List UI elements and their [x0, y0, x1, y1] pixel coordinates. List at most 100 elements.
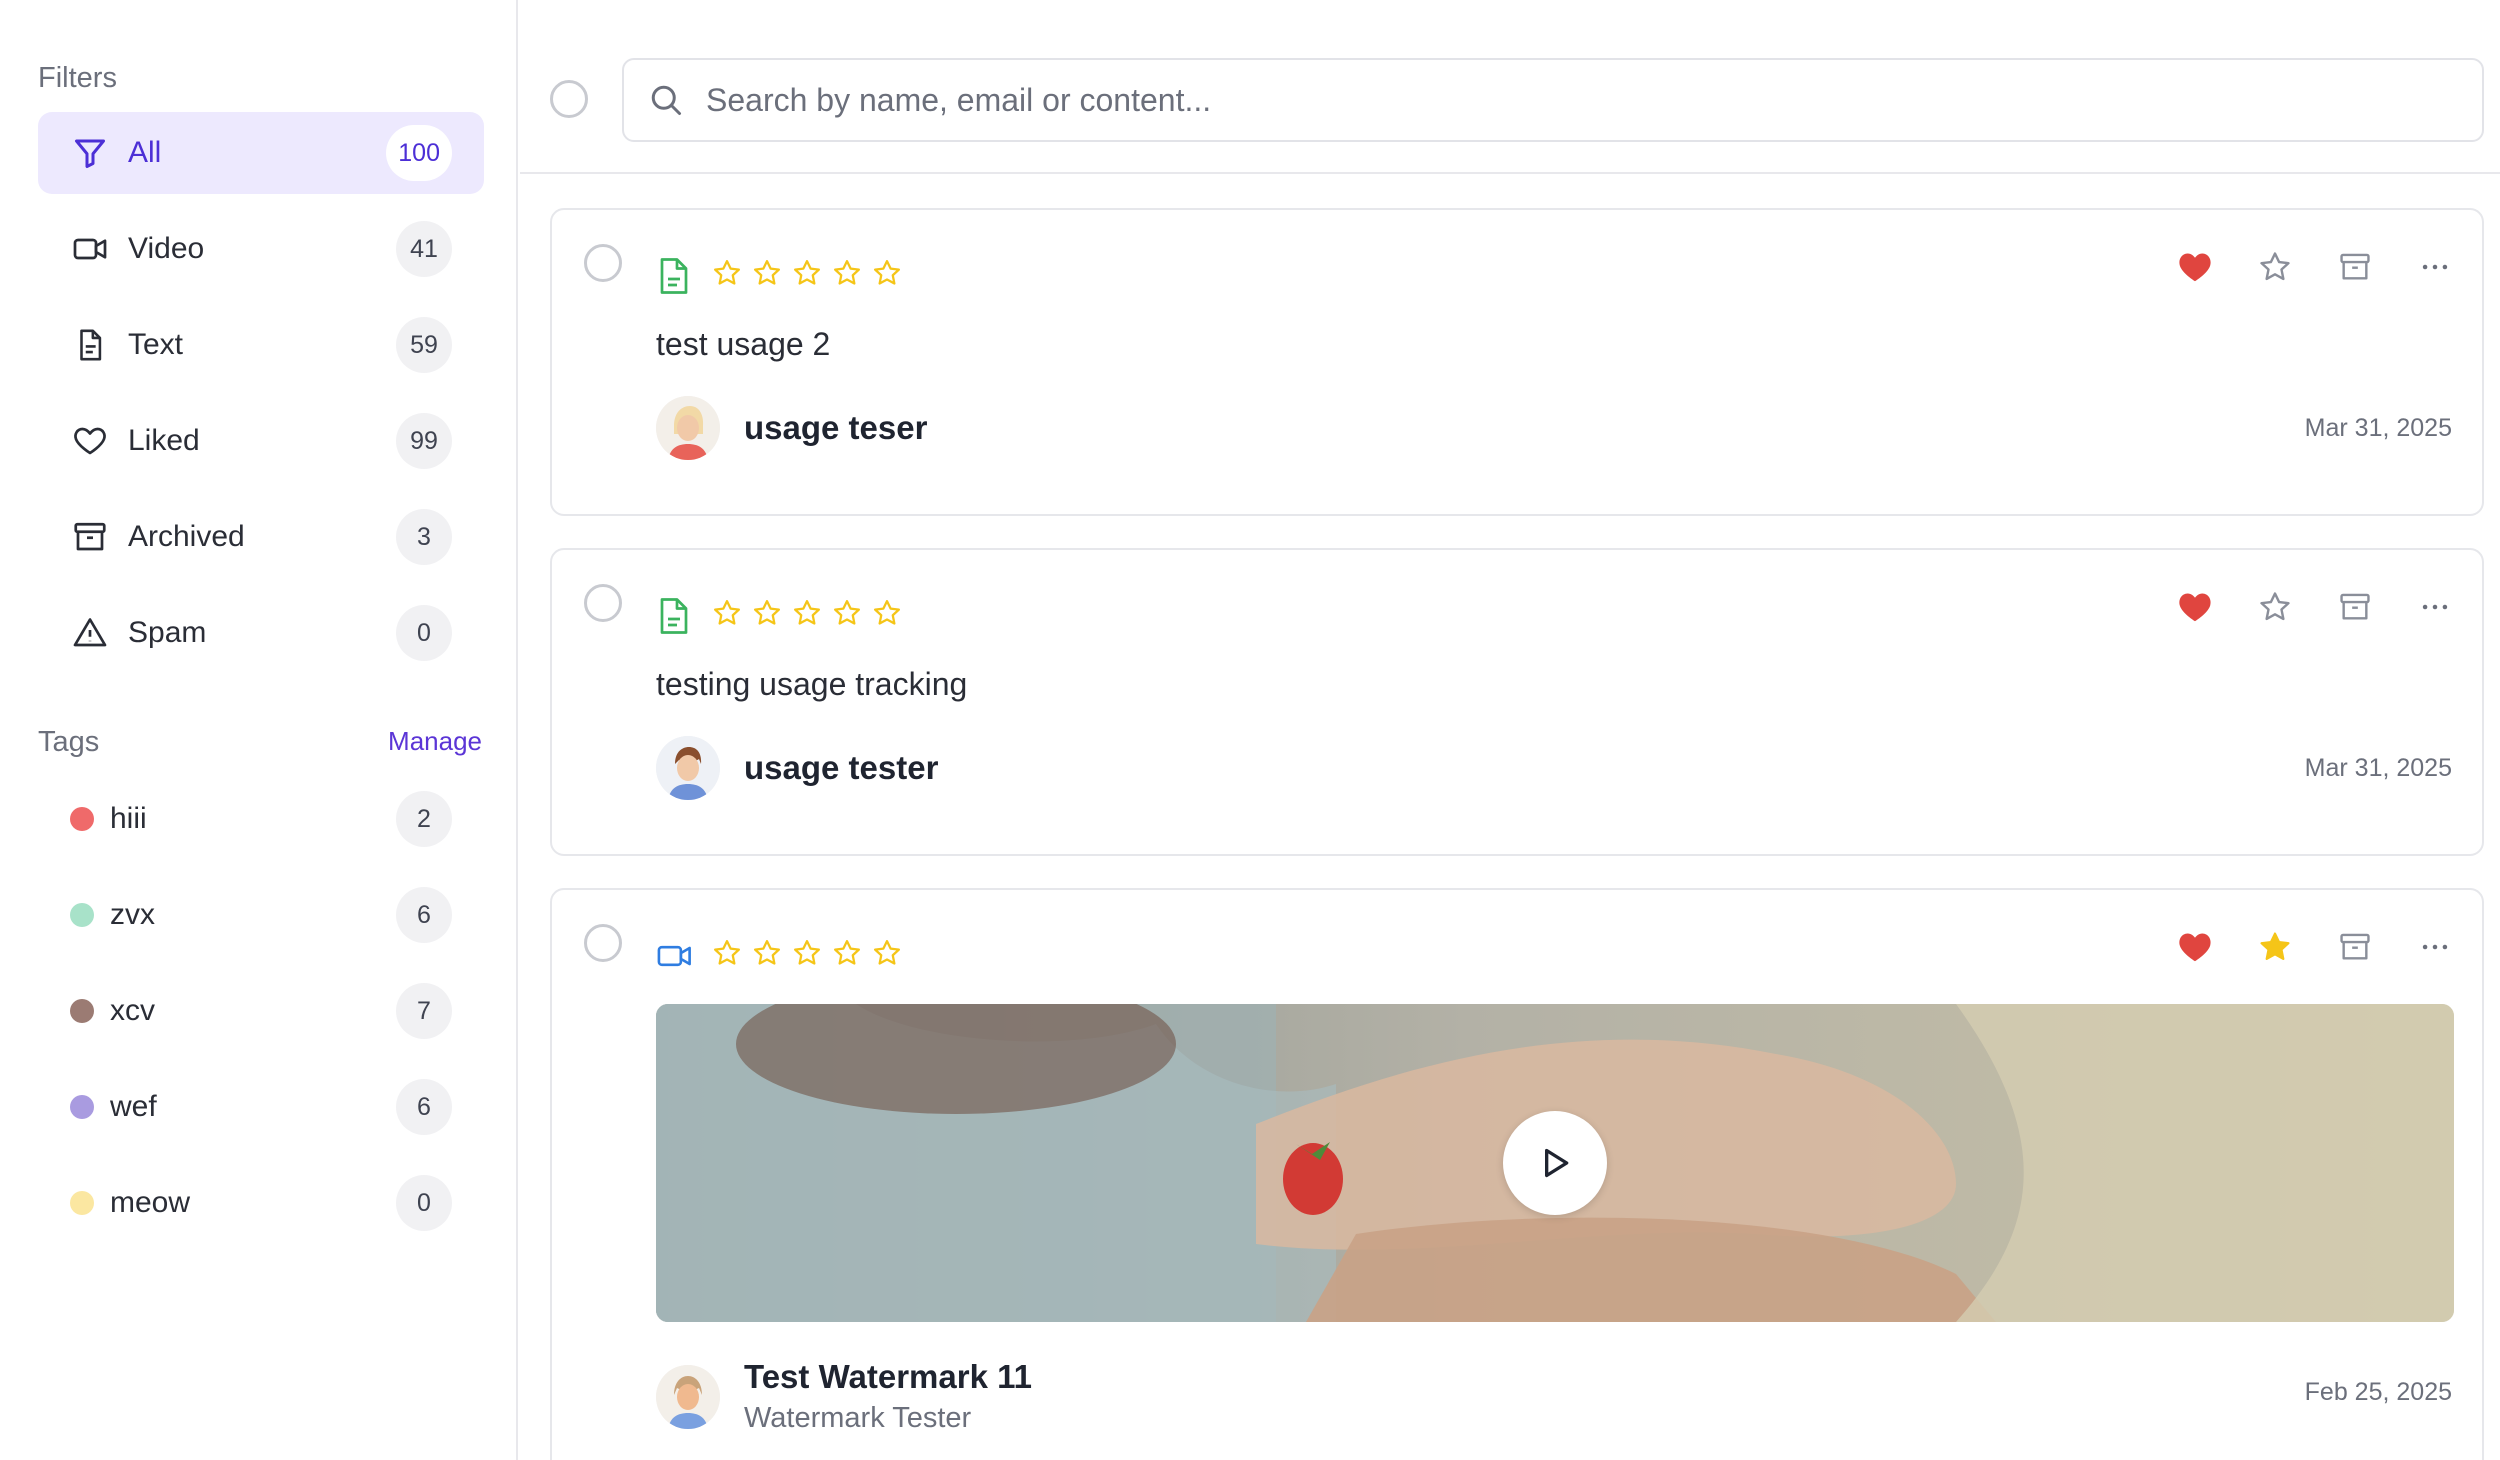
filter-text[interactable]: Text 59 [38, 304, 484, 386]
star-icon[interactable] [752, 258, 782, 288]
video-icon [70, 229, 110, 269]
star-icon[interactable] [752, 598, 782, 628]
warning-icon [70, 613, 110, 653]
tag-color-dot [70, 903, 94, 927]
star-icon[interactable] [872, 598, 902, 628]
video-type-icon [657, 945, 691, 967]
card-actions [2178, 250, 2452, 284]
star-button[interactable] [2258, 250, 2292, 284]
avatar [656, 396, 720, 460]
star-icon[interactable] [792, 598, 822, 628]
archive-button[interactable] [2338, 590, 2372, 624]
star-outline-icon [2260, 592, 2290, 621]
play-button[interactable] [1503, 1111, 1607, 1215]
like-button[interactable] [2178, 250, 2212, 284]
more-horizontal-icon [2422, 604, 2448, 610]
testimonial-card[interactable]: testing usage tracking usage tester Mar … [550, 548, 2484, 856]
more-horizontal-icon [2422, 264, 2448, 270]
filter-label: Liked [128, 424, 200, 457]
tag-color-dot [70, 807, 94, 831]
tag-item[interactable]: xcv 7 [38, 970, 484, 1052]
like-button[interactable] [2178, 930, 2212, 964]
star-icon[interactable] [712, 598, 742, 628]
tag-color-dot [70, 999, 94, 1023]
filter-all[interactable]: All 100 [38, 112, 484, 194]
tag-item[interactable]: meow 0 [38, 1162, 484, 1244]
more-options-button[interactable] [2418, 250, 2452, 284]
star-rating[interactable] [712, 938, 902, 968]
more-options-button[interactable] [2418, 930, 2452, 964]
card-date: Mar 31, 2025 [2304, 414, 2452, 442]
filter-count: 59 [396, 317, 452, 373]
star-icon[interactable] [832, 938, 862, 968]
filter-count: 41 [396, 221, 452, 277]
star-icon[interactable] [752, 938, 782, 968]
tag-color-dot [70, 1191, 94, 1215]
testimonial-card[interactable]: Test Watermark 11 Watermark Tester Feb 2… [550, 888, 2484, 1460]
search-icon [651, 85, 681, 115]
card-select-checkbox[interactable] [584, 924, 622, 962]
filter-liked[interactable]: Liked 99 [38, 400, 484, 482]
tag-item[interactable]: hiii 2 [38, 778, 484, 860]
filter-label: Archived [128, 520, 245, 553]
tag-count: 7 [396, 983, 452, 1039]
author-subtitle: Watermark Tester [744, 1402, 972, 1434]
search-input[interactable] [706, 81, 2406, 119]
more-options-button[interactable] [2418, 590, 2452, 624]
author-name: Test Watermark 11 [744, 1358, 1032, 1395]
author-info: usage tester [656, 736, 938, 800]
filter-video[interactable]: Video 41 [38, 208, 484, 290]
filter-label: All [128, 136, 162, 169]
star-icon[interactable] [712, 258, 742, 288]
tags-heading: Tags [38, 726, 100, 758]
author-info: Test Watermark 11 Watermark Tester [656, 1358, 1032, 1435]
video-thumbnail[interactable] [656, 1004, 2454, 1322]
filter-label: Spam [128, 616, 207, 649]
text-type-icon [660, 598, 688, 634]
archive-icon [2340, 253, 2370, 280]
heart-filled-icon [2179, 253, 2211, 282]
star-button[interactable] [2258, 930, 2292, 964]
star-icon[interactable] [792, 938, 822, 968]
tag-count: 2 [396, 791, 452, 847]
filter-icon [70, 133, 110, 173]
filters-heading: Filters [38, 62, 117, 94]
document-icon [70, 325, 110, 365]
tag-label: zvx [110, 898, 155, 931]
tag-label: hiii [110, 802, 147, 835]
archive-icon [70, 517, 110, 557]
manage-tags-link[interactable]: Manage [388, 726, 482, 757]
tag-item[interactable]: wef 6 [38, 1066, 484, 1148]
star-icon[interactable] [872, 938, 902, 968]
star-icon[interactable] [872, 258, 902, 288]
archive-icon [2340, 593, 2370, 620]
heart-filled-icon [2179, 933, 2211, 962]
testimonial-card[interactable]: test usage 2 usage teser Mar 31, 2025 [550, 208, 2484, 516]
archive-button[interactable] [2338, 250, 2372, 284]
star-icon[interactable] [792, 258, 822, 288]
star-rating[interactable] [712, 598, 902, 628]
toolbar [520, 0, 2500, 174]
tag-color-dot [70, 1095, 94, 1119]
text-type-icon [660, 258, 688, 294]
star-rating[interactable] [712, 258, 902, 288]
card-select-checkbox[interactable] [584, 584, 622, 622]
filter-archived[interactable]: Archived 3 [38, 496, 484, 578]
card-select-checkbox[interactable] [584, 244, 622, 282]
tag-item[interactable]: zvx 6 [38, 874, 484, 956]
star-outline-icon [2260, 252, 2290, 281]
archive-button[interactable] [2338, 930, 2372, 964]
author-name: usage teser [744, 409, 928, 446]
avatar [656, 736, 720, 800]
star-icon[interactable] [832, 598, 862, 628]
more-horizontal-icon [2422, 944, 2448, 950]
like-button[interactable] [2178, 590, 2212, 624]
select-all-checkbox[interactable] [550, 80, 588, 118]
star-button[interactable] [2258, 590, 2292, 624]
star-icon[interactable] [832, 258, 862, 288]
filter-spam[interactable]: Spam 0 [38, 592, 484, 674]
search-box[interactable] [622, 58, 2484, 142]
archive-icon [2340, 933, 2370, 960]
star-icon[interactable] [712, 938, 742, 968]
card-date: Feb 25, 2025 [2304, 1378, 2452, 1406]
